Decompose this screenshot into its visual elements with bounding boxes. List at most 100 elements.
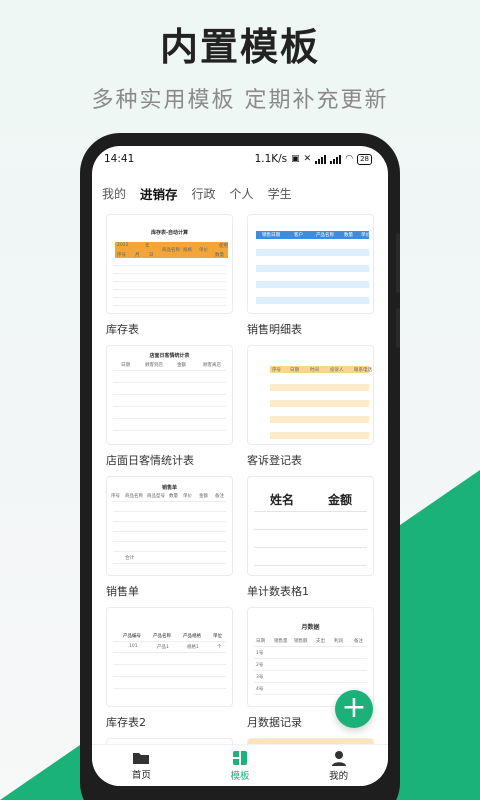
thumbnail-row <box>113 430 226 431</box>
nav-templates-label: 模板 <box>230 770 250 782</box>
person-icon <box>331 750 346 766</box>
thumbnail-title: 月数据 <box>301 624 320 631</box>
thumbnail-row <box>113 688 226 689</box>
thumbnail-row <box>113 511 226 512</box>
thumbnail-cell: 数量 <box>169 494 178 499</box>
thumbnail-cell: 销售量 <box>274 639 288 644</box>
tab-admin[interactable]: 行政 <box>192 185 216 202</box>
thumbnail-cell: 备注 <box>215 494 224 499</box>
thumbnail-row <box>113 289 226 290</box>
thumbnail-cell: 时间 <box>310 368 319 373</box>
tab-student[interactable]: 学生 <box>268 185 292 202</box>
thumbnail-row <box>256 265 369 272</box>
thumbnail-cell: 日期 <box>290 368 299 373</box>
thumbnail-cell: 单价 <box>183 494 192 499</box>
nav-mine-label: 我的 <box>329 770 349 782</box>
wifi-icon: ◠ <box>345 154 354 164</box>
tab-personal[interactable]: 个人 <box>230 185 254 202</box>
thumbnail-row <box>254 646 367 647</box>
thumbnail-cell: 单位 <box>213 634 222 639</box>
thumbnail-cell: 单价 <box>361 233 370 238</box>
template-card-inventory-2[interactable]: 产品编号 产品名称 产品规格 单位 101 产品1 规格1 个 库存表2 <box>106 607 233 738</box>
thumbnail-row <box>270 432 369 439</box>
thumbnail-row <box>113 531 226 532</box>
thumbnail-cell: 年 <box>145 244 150 249</box>
tab-inventory[interactable]: 进销存 <box>140 184 178 203</box>
thumbnail-row <box>256 249 369 256</box>
nav-templates[interactable]: 模板 <box>200 750 280 782</box>
phone-volume-button <box>396 233 400 293</box>
thumbnail-cell: 投诉人 <box>330 368 344 373</box>
nav-home[interactable]: 首页 <box>101 751 181 781</box>
thumbnail-cell: 序号 <box>272 368 281 373</box>
thumbnail-row <box>113 297 226 298</box>
thumbnail-cell: 数量 <box>344 233 353 238</box>
template-name: 客诉登记表 <box>247 454 302 467</box>
template-card-inventory[interactable]: 库存表-自动计算 2022 年 商品名称 规格 单价 使用 序号 月 日 数量 … <box>106 214 233 345</box>
thumbnail-row <box>254 670 367 671</box>
thumbnail-cell: 产品编号 <box>123 634 141 639</box>
thumbnail-row <box>113 265 226 266</box>
thumbnail-cell: 联系电话 <box>354 368 372 373</box>
nav-home-label: 首页 <box>131 769 151 781</box>
thumbnail-cell: 2号 <box>256 663 264 668</box>
thumbnail-cell: 顾客离店 <box>203 363 221 368</box>
thumbnail-cell: 顾客到店 <box>145 363 163 368</box>
thumbnail-row <box>270 384 369 391</box>
thumbnail-row <box>113 541 226 542</box>
thumbnail-row <box>254 511 367 512</box>
template-card-complaint[interactable]: 序号 日期 时间 投诉人 联系电话 客诉登记表 <box>247 345 374 476</box>
template-thumbnail: 产品编号 产品名称 产品规格 单位 101 产品1 规格1 个 <box>106 607 233 707</box>
add-template-button[interactable]: + <box>335 690 373 728</box>
thumbnail-cell: 商品型号 <box>147 494 165 499</box>
thumbnail-row <box>113 305 226 306</box>
template-card-store-traffic[interactable]: 店面日客情统计表 日期 顾客到店 金额 顾客离店 店面日客情统计表 <box>106 345 233 476</box>
status-indicators: 1.1K/s ▣ ✕ ◠ 28 <box>255 153 372 165</box>
thumbnail-cell: 合计 <box>125 556 134 561</box>
template-name: 销售单 <box>106 585 139 598</box>
template-card-sales-detail[interactable]: 销售日期 客户 产品名称 数量 单价 销售明细表 <box>247 214 374 345</box>
thumbnail-row <box>254 565 367 566</box>
template-name: 库存表2 <box>106 716 146 729</box>
thumbnail-cell: 产品名称 <box>153 634 171 639</box>
thumbnail-row <box>113 641 226 642</box>
template-card-sales-order[interactable]: 销售单 序号 商品名称 商品型号 数量 单价 金额 备注 合计 销售单 <box>106 476 233 607</box>
thumbnail-row <box>113 418 226 419</box>
category-tabs: 我的 进销存 行政 个人 学生 <box>92 172 388 206</box>
thumbnail-row <box>254 682 367 683</box>
promo-headline: 内置模板 <box>159 25 320 69</box>
thumbnail-cell: 使用 <box>219 244 228 249</box>
thumbnail-cell: 1号 <box>256 651 264 656</box>
thumbnail-row <box>113 676 226 677</box>
plus-icon: + <box>341 690 367 725</box>
thumbnail-cell: 利润 <box>334 639 343 644</box>
thumbnail-row <box>113 273 226 274</box>
nav-mine[interactable]: 我的 <box>299 750 379 782</box>
thumbnail-row <box>256 281 369 288</box>
thumbnail-cell: 数量 <box>215 253 224 258</box>
thumbnail-cell: 支出 <box>316 639 325 644</box>
mute-icon: ✕ <box>303 154 312 164</box>
template-grid: 库存表-自动计算 2022 年 商品名称 规格 单价 使用 序号 月 日 数量 … <box>106 214 376 738</box>
thumbnail-cell: 单价 <box>199 248 208 253</box>
thumbnail-row <box>113 664 226 665</box>
thumbnail-row <box>270 416 369 423</box>
folder-icon <box>133 752 150 764</box>
thumbnail-row <box>113 501 226 502</box>
thumbnail-cell: 序号 <box>111 494 120 499</box>
template-name: 单计数表格1 <box>247 585 309 598</box>
thumbnail-cell: 金额 <box>177 363 186 368</box>
thumbnail-cell: 101 <box>129 644 138 649</box>
thumbnail-cell: 2022 <box>117 243 129 248</box>
thumbnail-row <box>113 382 226 383</box>
promo-subline: 多种实用模板 定期补充更新 <box>91 88 389 113</box>
status-bar: 14:41 1.1K/s ▣ ✕ ◠ 28 <box>92 146 388 172</box>
thumbnail-cell: 月 <box>135 253 140 258</box>
thumbnail-row <box>113 281 226 282</box>
template-thumbnail: 姓名 金额 <box>247 476 374 576</box>
thumbnail-cell: 3号 <box>256 675 264 680</box>
tab-mine[interactable]: 我的 <box>102 185 126 202</box>
template-card-count-table[interactable]: 姓名 金额 单计数表格1 <box>247 476 374 607</box>
thumbnail-row <box>113 406 226 407</box>
thumbnail-row <box>256 297 369 304</box>
